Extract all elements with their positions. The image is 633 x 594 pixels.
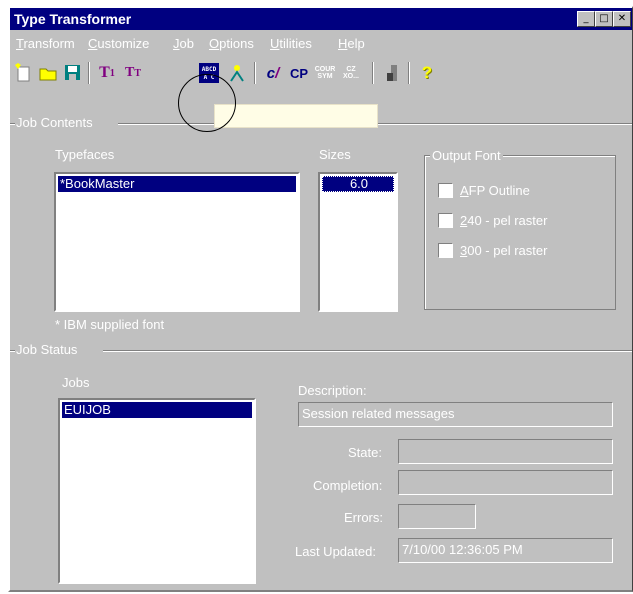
- 240-pel-raster-label: 240 - pel raster: [460, 213, 548, 228]
- open-folder-icon[interactable]: [38, 62, 60, 84]
- jobs-listbox[interactable]: EUIJOB: [58, 398, 256, 584]
- toolbar-separator: [254, 62, 256, 84]
- c-icon[interactable]: c /: [262, 62, 284, 84]
- description-label: Description:: [298, 383, 367, 398]
- menu-customize[interactable]: Customize: [88, 36, 149, 51]
- run-job-icon[interactable]: [226, 62, 248, 84]
- app-window: Type Transformer _ □ ✕ Transform Customi…: [8, 6, 633, 592]
- description-field: Session related messages: [298, 402, 613, 427]
- toolbar-separator: [372, 62, 374, 84]
- output-font-group-label: Output Font: [430, 148, 503, 163]
- state-label: State:: [348, 445, 382, 460]
- list-item[interactable]: *BookMaster: [58, 176, 296, 192]
- job-contents-group-label: Job Contents: [16, 115, 93, 130]
- title-bar[interactable]: Type Transformer _ □ ✕: [10, 8, 632, 30]
- 300-pel-raster-checkbox[interactable]: [438, 243, 453, 258]
- tooltip: [214, 104, 378, 128]
- new-icon[interactable]: [12, 62, 34, 84]
- divider: [10, 350, 15, 352]
- type1-icon[interactable]: T1: [96, 62, 118, 84]
- completion-field: [398, 470, 613, 495]
- state-field: [398, 439, 613, 464]
- cour-sym-icon[interactable]: COUR SYM: [314, 62, 336, 84]
- typefaces-listbox[interactable]: *BookMaster: [54, 172, 300, 312]
- afp-outline-label: AFP Outline: [460, 183, 530, 198]
- last-updated-field: 7/10/00 12:36:05 PM: [398, 538, 613, 563]
- output-font-group: [424, 155, 616, 310]
- close-button[interactable]: ✕: [613, 11, 631, 27]
- jobs-label: Jobs: [62, 375, 90, 390]
- menu-transform[interactable]: Transform: [16, 36, 75, 51]
- highlight-circle: [178, 74, 236, 132]
- help-icon[interactable]: ?: [416, 62, 438, 84]
- afp-outline-checkbox[interactable]: [438, 183, 453, 198]
- divider: [103, 350, 632, 352]
- last-updated-label: Last Updated:: [295, 544, 376, 559]
- maximize-button[interactable]: □: [595, 11, 613, 27]
- footnote: * IBM supplied font: [55, 317, 165, 332]
- menu-help[interactable]: Help: [338, 36, 365, 51]
- list-item[interactable]: EUIJOB: [62, 402, 252, 418]
- save-icon[interactable]: [62, 62, 84, 84]
- list-item[interactable]: 6.0: [322, 176, 394, 192]
- 240-pel-raster-checkbox[interactable]: [438, 213, 453, 228]
- errors-label: Errors:: [344, 510, 383, 525]
- truetype-icon[interactable]: TT: [122, 62, 144, 84]
- tool-icon[interactable]: [382, 62, 404, 84]
- minimize-button[interactable]: _: [577, 11, 595, 27]
- toolbar: T1 TT ABCD A C c / CP COUR SYM CZ XO... ?: [10, 58, 632, 88]
- divider: [10, 123, 15, 125]
- cz-xo-icon[interactable]: CZ XO...: [340, 62, 362, 84]
- typefaces-label: Typefaces: [55, 147, 115, 162]
- window-title: Type Transformer: [14, 11, 132, 27]
- menu-utilities[interactable]: Utilities: [270, 36, 312, 51]
- cp-icon[interactable]: CP: [288, 62, 310, 84]
- sizes-label: Sizes: [319, 147, 351, 162]
- completion-label: Completion:: [313, 478, 383, 493]
- menu-job[interactable]: Job: [173, 36, 194, 51]
- svg-text:ABCD: ABCD: [202, 66, 217, 73]
- toolbar-separator: [408, 62, 410, 84]
- toolbar-separator: [88, 62, 90, 84]
- errors-field: [398, 504, 476, 529]
- menu-options[interactable]: Options: [209, 36, 254, 51]
- 300-pel-raster-label: 300 - pel raster: [460, 243, 548, 258]
- menu-bar: Transform Customize Job Options Utilitie…: [10, 34, 632, 54]
- job-status-group-label: Job Status: [16, 342, 78, 357]
- sizes-listbox[interactable]: 6.0: [318, 172, 398, 312]
